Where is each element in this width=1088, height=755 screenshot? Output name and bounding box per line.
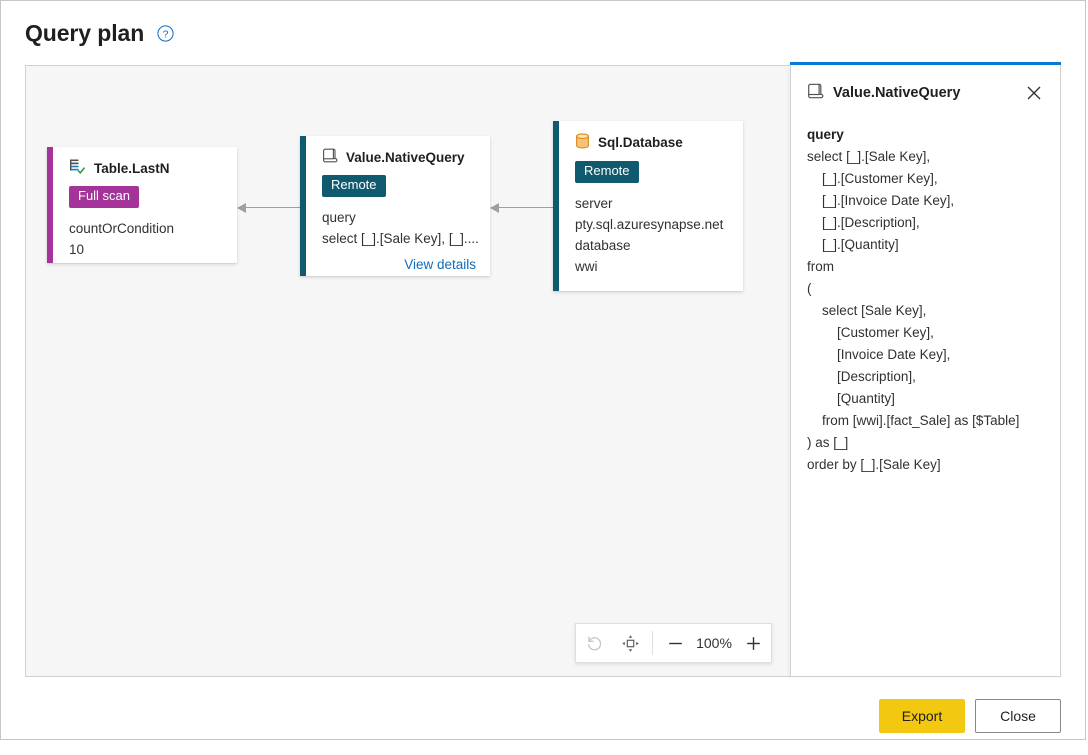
node-title: Table.LastN (94, 160, 170, 176)
node-accent-bar (553, 121, 559, 291)
edge-database-to-nativequery (490, 202, 553, 213)
node-value-nativequery[interactable]: Value.NativeQuery Remote query select [_… (300, 136, 490, 276)
view-details-link[interactable]: View details (322, 257, 476, 272)
node-prop-name: query (322, 209, 356, 225)
database-icon (575, 133, 590, 152)
edge-nativequery-to-lastn (237, 202, 300, 213)
zoom-level-label: 100% (696, 635, 732, 651)
dialog-body: Table.LastN Full scan countOrCondition 1… (1, 62, 1085, 677)
page-title: Query plan (25, 19, 145, 46)
arrow-head-icon (490, 202, 499, 213)
svg-text:?: ? (163, 28, 169, 40)
close-icon[interactable] (1022, 81, 1046, 105)
panel-header: Value.NativeQuery (791, 65, 1060, 105)
panel-body: query select [_].[Sale Key], [_].[Custom… (791, 105, 1060, 476)
node-prop-name: countOrCondition (69, 220, 175, 236)
scroll-icon (322, 148, 338, 166)
scroll-icon (807, 83, 824, 104)
minus-icon[interactable] (657, 624, 693, 662)
panel-query-text: select [_].[Sale Key], [_].[Customer Key… (807, 149, 1020, 472)
node-title: Value.NativeQuery (346, 149, 465, 165)
node-prop-value: select [_].[Sale Key], [_].... (322, 230, 479, 246)
node-accent-bar (47, 147, 53, 263)
export-button[interactable]: Export (879, 699, 965, 733)
node-title-row: Table.LastN (69, 159, 223, 177)
panel-property-name: query (807, 127, 844, 142)
node-accent-bar (300, 136, 306, 276)
query-plan-dialog: Query plan ? Table.LastN Full scan count… (0, 0, 1086, 740)
arrow-head-icon (237, 202, 246, 213)
node-title: Sql.Database (598, 135, 683, 150)
node-prop-value: wwi (575, 258, 598, 274)
dialog-footer: Export Close (1, 677, 1085, 755)
node-prop-value: 10 (69, 241, 85, 257)
close-button[interactable]: Close (975, 699, 1061, 733)
panel-accent-bar (790, 62, 1061, 65)
plus-icon[interactable] (735, 624, 771, 662)
node-badge-full-scan: Full scan (69, 186, 140, 208)
fit-to-view-icon[interactable] (612, 624, 648, 662)
zoom-toolbar: 100% (575, 623, 772, 663)
table-check-icon (69, 159, 86, 177)
details-side-panel: Value.NativeQuery query select [_].[Sale… (790, 62, 1061, 677)
node-badge-remote: Remote (322, 175, 386, 197)
toolbar-divider (652, 631, 653, 655)
node-title-row: Value.NativeQuery (322, 148, 476, 166)
node-sql-database[interactable]: Sql.Database Remote server pty.sql.azure… (553, 121, 743, 291)
panel-title: Value.NativeQuery (833, 85, 961, 101)
query-plan-canvas[interactable]: Table.LastN Full scan countOrCondition 1… (25, 65, 791, 677)
node-table-lastn[interactable]: Table.LastN Full scan countOrCondition 1… (47, 147, 237, 263)
node-prop-name: server (575, 195, 613, 211)
node-prop-name: database (575, 237, 631, 253)
dialog-header: Query plan ? (1, 1, 1085, 65)
node-badge-remote: Remote (575, 161, 639, 183)
undo-icon[interactable] (576, 624, 612, 662)
node-prop-value: pty.sql.azuresynapse.net (575, 216, 724, 232)
node-title-row: Sql.Database (575, 133, 729, 152)
question-circle-icon[interactable]: ? (157, 24, 174, 42)
